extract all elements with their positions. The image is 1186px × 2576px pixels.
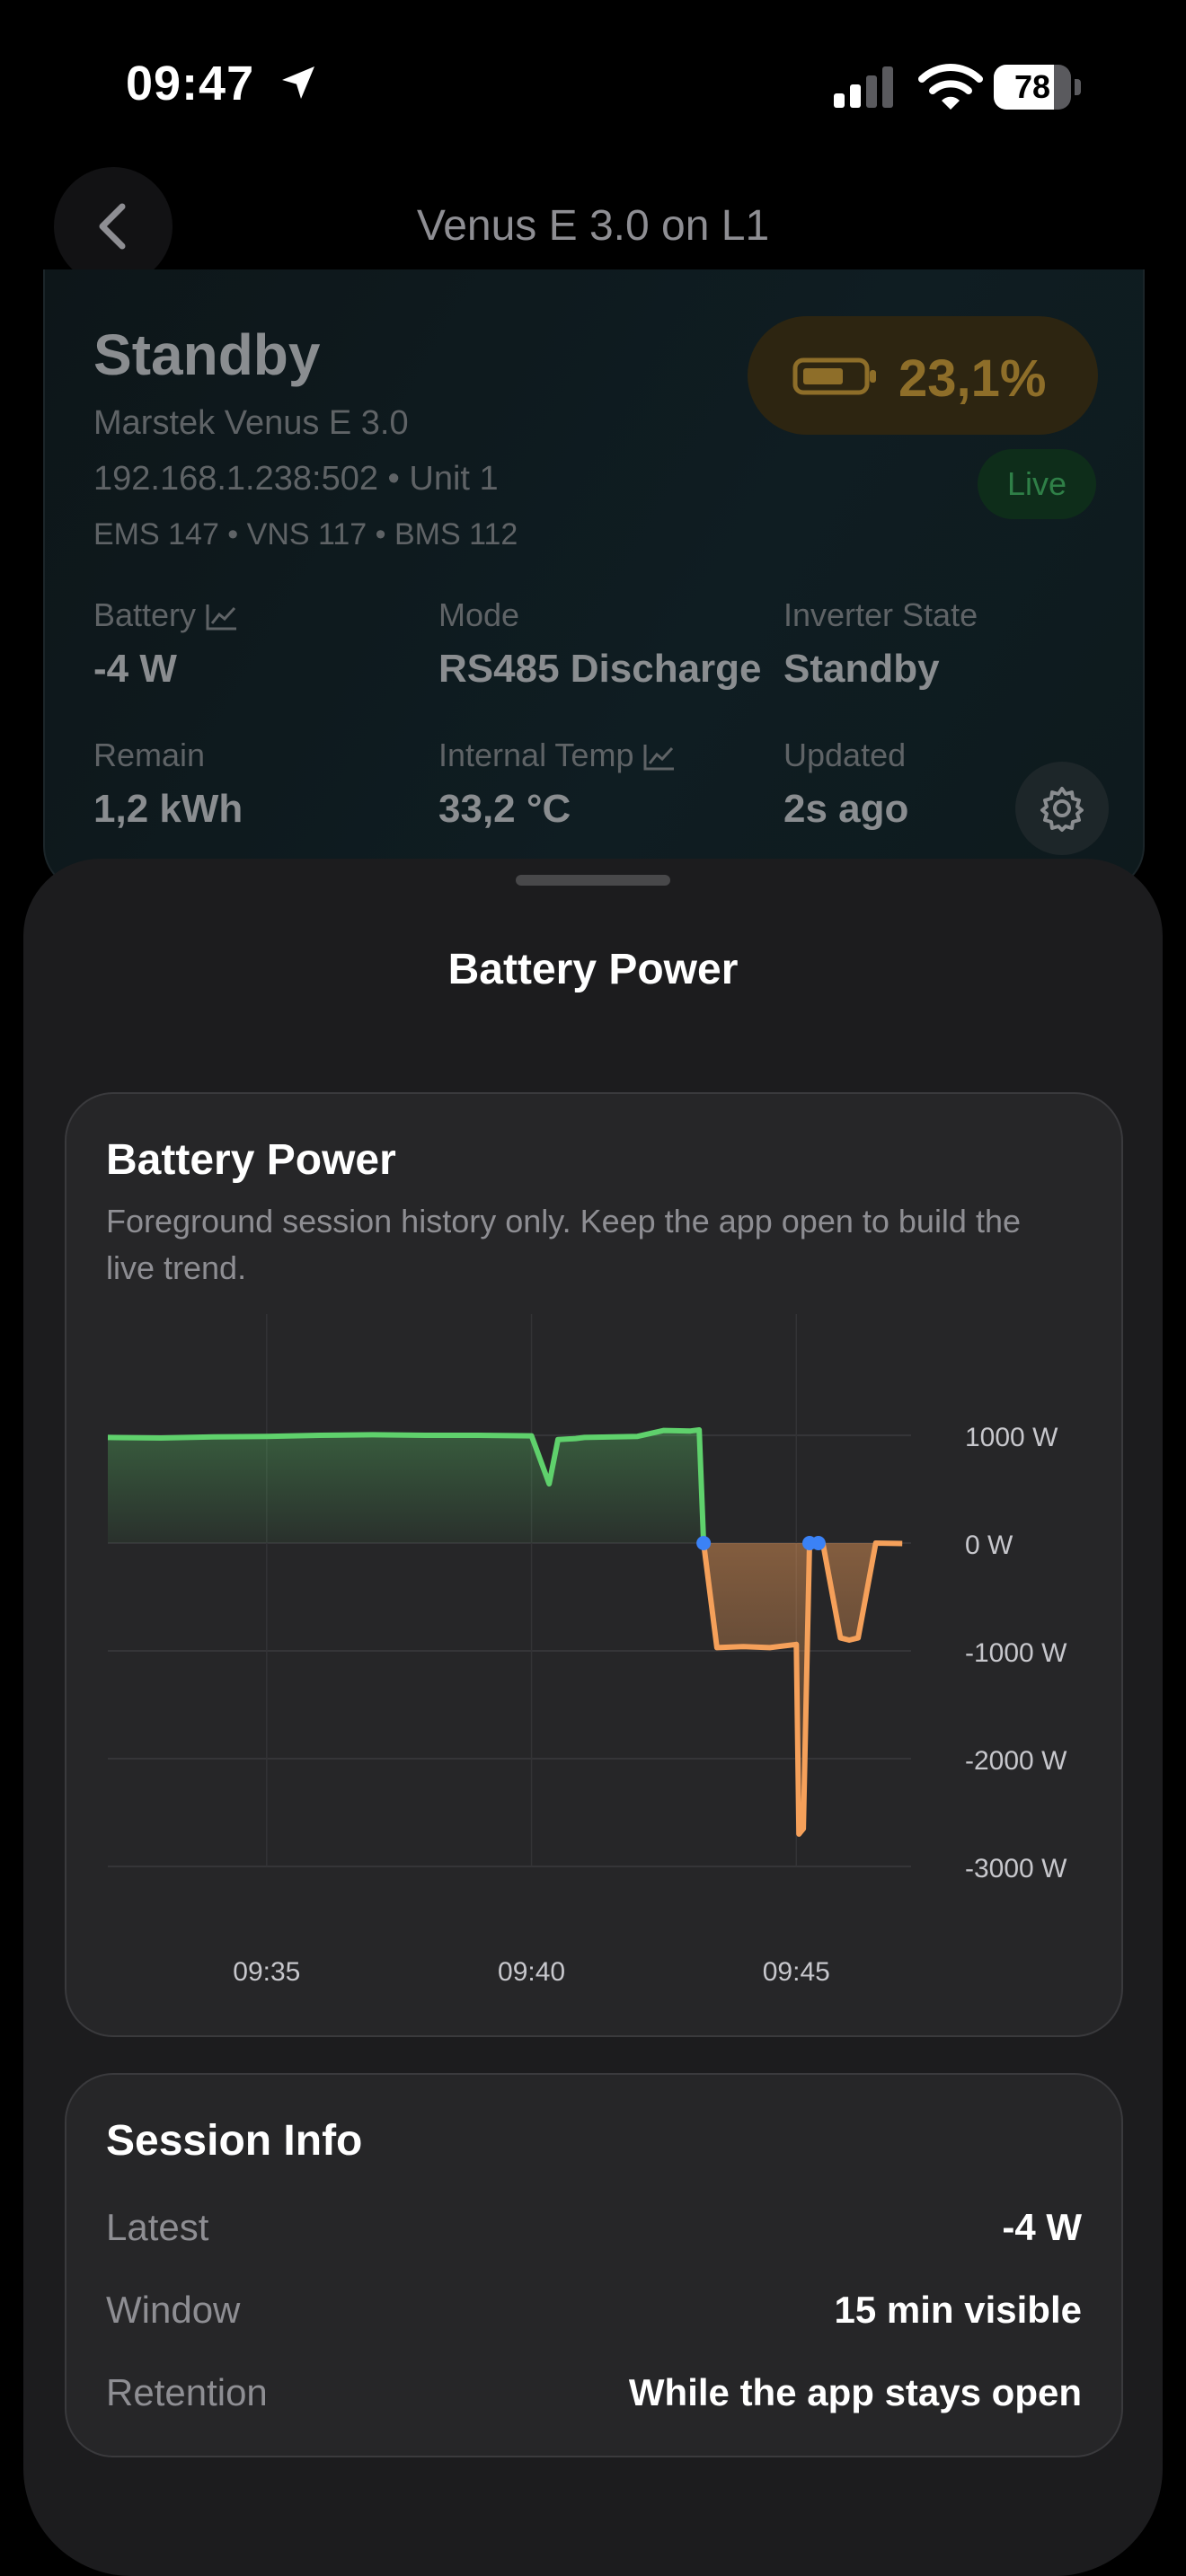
y-tick-label: -1000 W (965, 1638, 1067, 1668)
battery-power-chart[interactable]: 1000 W 0 W -1000 W -2000 W -3000 W 09:35 09:40… (66, 1094, 1121, 2035)
firmware-versions: EMS 147 • VNS 117 • BMS 112 (93, 517, 518, 551)
y-tick-label: -2000 W (965, 1746, 1067, 1776)
gear-icon (1040, 787, 1084, 832)
sheet-title: Battery Power (447, 946, 739, 993)
wifi-icon (918, 64, 983, 110)
metric-value: Standby (783, 647, 940, 691)
x-tick-label: 09:40 (498, 1957, 565, 1987)
metric-value: -4 W (93, 647, 177, 691)
session-info-title: Session Info (106, 2117, 363, 2165)
battery-icon (792, 357, 876, 395)
state-of-charge-pill: 23,1% (748, 316, 1098, 435)
metric-value: 1,2 kWh (93, 787, 243, 831)
location-arrow-icon (282, 66, 314, 99)
metric-label: Inverter State (783, 596, 978, 633)
info-label-latest: Latest (106, 2206, 209, 2248)
info-value-retention: While the app stays open (628, 2371, 1082, 2413)
device-model: Marstek Venus E 3.0 (93, 404, 409, 442)
metric-remain: Remain 1,2 kWh (93, 737, 243, 832)
metric-mode: Mode RS485 Discharge (438, 596, 762, 692)
device-card: Standby Marstek Venus E 3.0 192.168.1.23… (43, 269, 1145, 891)
device-address: 192.168.1.238:502 • Unit 1 (93, 460, 499, 498)
session-info-panel: Session Info Latest -4 W Window 15 min v… (65, 2073, 1123, 2457)
metric-label: Remain (93, 737, 206, 773)
metric-value: 33,2 °C (438, 787, 571, 831)
state-of-charge-value: 23,1% (898, 349, 1047, 408)
status-time: 09:47 (126, 57, 255, 110)
cellular-signal-icon (834, 66, 893, 108)
metric-battery[interactable]: Battery -4 W (93, 596, 239, 692)
metric-label: Internal Temp (438, 737, 634, 773)
positive-series-area (108, 1430, 704, 1543)
metric-inverter-state: Inverter State Standby (783, 596, 978, 692)
metric-value: 2s ago (783, 787, 909, 831)
metric-updated: Updated 2s ago (783, 737, 908, 832)
metric-label: Battery (93, 596, 197, 633)
metric-label: Mode (438, 596, 520, 633)
battery-status-icon: 78 (994, 65, 1082, 110)
info-label-retention: Retention (106, 2371, 268, 2413)
y-tick-label: 0 W (965, 1531, 1013, 1560)
metric-label: Updated (783, 737, 907, 773)
y-tick-label: 1000 W (965, 1423, 1058, 1452)
live-badge: Live (978, 449, 1096, 519)
nav-title: Venus E 3.0 on L1 (416, 202, 770, 250)
bottom-sheet: Battery Power Battery Power Foreground s… (23, 859, 1163, 2576)
trend-chart-icon (206, 604, 237, 631)
y-tick-label: -3000 W (965, 1854, 1067, 1883)
x-tick-label: 09:45 (763, 1957, 830, 1987)
info-value-latest: -4 W (1002, 2206, 1082, 2248)
metric-value: RS485 Discharge (438, 647, 762, 691)
device-state: Standby (93, 322, 321, 387)
settings-button[interactable] (1015, 762, 1109, 855)
x-tick-label: 09:35 (233, 1957, 300, 1987)
sheet-grabber[interactable] (516, 875, 670, 886)
battery-percentage: 78 (1013, 68, 1051, 105)
info-value-window: 15 min visible (834, 2289, 1082, 2331)
chart-panel: Battery Power Foreground session history… (65, 1092, 1123, 2037)
info-label-window: Window (106, 2289, 241, 2331)
metric-internal-temp[interactable]: Internal Temp 33,2 °C (438, 737, 677, 832)
zero-crossing-marker (810, 1536, 826, 1550)
trend-chart-icon (643, 745, 675, 771)
zero-crossing-marker (696, 1536, 712, 1550)
